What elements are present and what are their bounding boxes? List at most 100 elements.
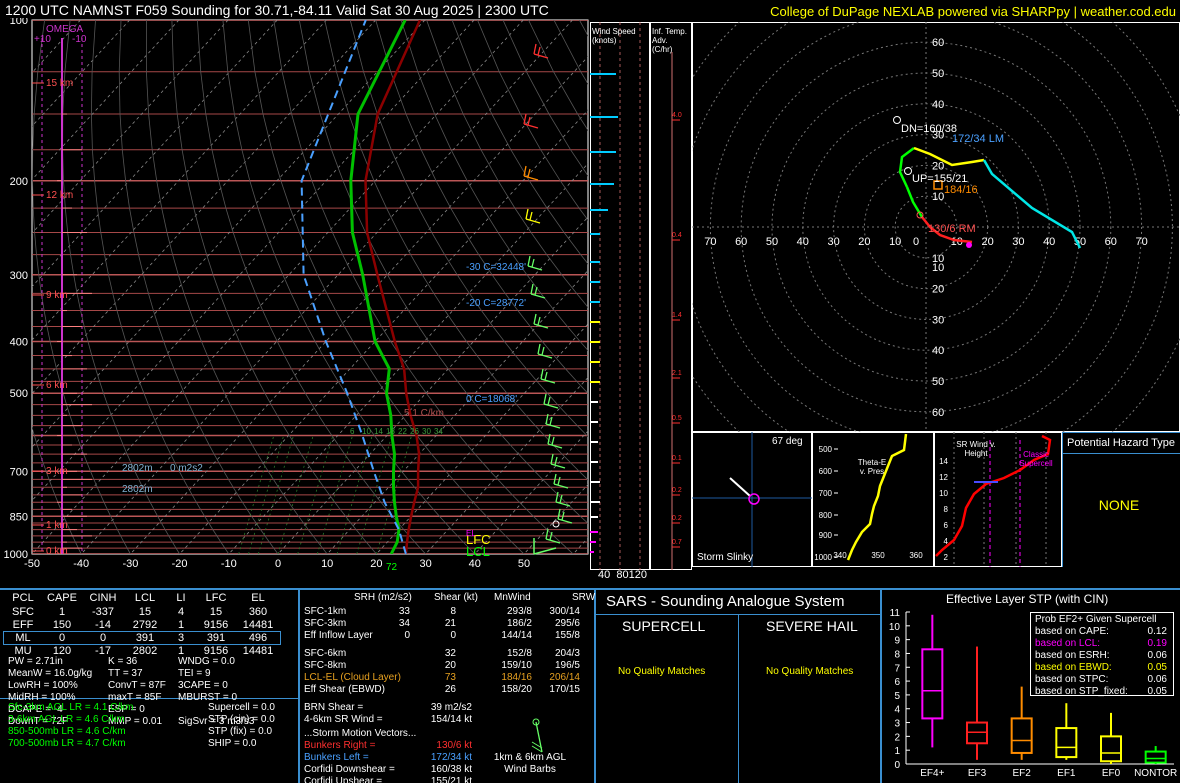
sounding-annotation: -20 C=28772': [466, 298, 526, 309]
skewt-frame: [31, 19, 589, 555]
kin-cell: 26: [444, 684, 456, 695]
temp-label: -30: [122, 558, 138, 570]
pressure-label: 400: [10, 337, 28, 349]
theta-ytick: 1000: [814, 553, 832, 562]
stp-category: EF4+: [920, 768, 944, 779]
kin-cell: 0: [450, 630, 456, 641]
temp-label: 40: [469, 558, 481, 570]
index-cell: LowRH = 100%: [8, 680, 78, 691]
stp-legend-value: 0.12: [1147, 626, 1167, 637]
barb-staff: [550, 463, 566, 469]
kin-cell: 144/14: [501, 630, 532, 641]
hodo-tick: 40: [932, 345, 944, 357]
wind-barb: [550, 453, 566, 469]
temp-label: 30: [419, 558, 431, 570]
lapse-tick: 30: [422, 427, 431, 436]
parcel-cell: -337: [91, 606, 115, 618]
brn-label: BRN Shear =: [304, 702, 364, 713]
theta-ytick: 600: [819, 467, 833, 476]
hazard-panel: Potential Hazard Type NONE: [1062, 432, 1180, 567]
composite-index: STP (fix) = 0.0: [208, 726, 273, 737]
stp-ytick: 10: [889, 622, 901, 633]
col-header: PCL: [12, 592, 34, 604]
hodo-label: 184/16: [944, 184, 978, 196]
kin-cell: 33: [398, 606, 410, 617]
parcel-cell: 14481: [242, 645, 274, 657]
supercell-label: SUPERCELL: [622, 618, 706, 634]
parcel-row: EFF 150 -14 2792 1 9156 14481: [4, 619, 280, 631]
wind-barb: [527, 255, 543, 271]
stp-legend-value: 0.19: [1147, 638, 1167, 649]
parcel-cell: 150: [52, 619, 72, 631]
temp-label: 50: [518, 558, 530, 570]
parcel-cell: 1: [58, 606, 66, 618]
stp-ytick: 11: [890, 608, 901, 619]
isotherm-line: [129, 56, 588, 554]
barb-flag: [547, 396, 551, 406]
slinky-deg: 67 deg: [772, 436, 803, 447]
col-header: EL: [251, 592, 265, 604]
stp-legend: Prob EF2+ Given Supercell based on CAPE:…: [1030, 612, 1174, 698]
stp-legend-title: Prob EF2+ Given Supercell: [1035, 614, 1157, 625]
stp-legend-row: based on STP_fixed: 0.05: [1031, 686, 1173, 698]
lapse-tick: 34: [434, 427, 443, 436]
theta-xtick: 350: [871, 551, 885, 560]
srwind-label: Classic Supercell: [1019, 450, 1053, 468]
col-header: CINH: [89, 592, 117, 604]
motion-value: 160/38 kt: [430, 764, 472, 775]
stp-ytick: 1: [894, 746, 900, 757]
motion-label: Bunkers Right =: [304, 740, 376, 751]
hodo-tick: 60: [932, 37, 944, 49]
kin-cell: 0: [404, 630, 410, 641]
kin-cell: 204/3: [554, 648, 580, 659]
barb-flag: [527, 168, 531, 178]
lapse-rate: 3-6km AGL LR = 4.6 C/km: [8, 714, 125, 725]
dry-adiabat: [247, 20, 525, 554]
slinky-circle: [748, 493, 760, 505]
kin-cell: 158/20: [501, 684, 532, 695]
kin-cell: Eff Inflow Layer: [304, 630, 373, 641]
credit-text: College of DuPage NEXLAB powered via SHA…: [770, 4, 1176, 19]
hodo-tick: 20: [981, 236, 993, 248]
lapse-tick: 18: [386, 427, 395, 436]
theta-ytick: 800: [819, 511, 833, 520]
height-label: 1 km: [46, 520, 68, 531]
hodo-tick: 20: [932, 284, 944, 296]
hazard-value: NONE: [1098, 497, 1140, 513]
kin-cell: 73: [444, 672, 456, 683]
lapse-tick: 26: [410, 427, 419, 436]
sounding-annotation: 5.1 C/km: [404, 408, 444, 419]
barb-flag: [537, 46, 541, 56]
parcel-cell: 4: [177, 606, 185, 618]
hodo-label: DN=160/38: [901, 123, 957, 135]
slinky-title: Storm Slinky: [697, 552, 754, 563]
index-cell: MeanW = 16.0g/kg: [8, 668, 93, 679]
parcel-cell: 9156: [203, 619, 229, 631]
barb-flag: [554, 456, 558, 466]
composite-index: Supercell = 0.0: [208, 702, 275, 713]
lcl-marker: [552, 520, 560, 528]
pressure-label: 700: [10, 466, 28, 478]
stp-category: EF2: [1012, 768, 1031, 779]
kin-header: MnWind: [494, 592, 531, 603]
kin-cell: 300/14: [549, 606, 580, 617]
sars-title: SARS - Sounding Analogue System: [606, 593, 845, 610]
dry-adiabat: [90, 20, 230, 554]
parcel-cell: 1: [177, 619, 185, 631]
index-cell: K = 36: [108, 656, 138, 667]
stp-legend-label: based on LCL:: [1035, 638, 1101, 649]
barb-flag: [525, 208, 529, 220]
wind-tick: 120: [628, 569, 647, 581]
sounding-annotation: 72: [386, 562, 398, 570]
hodo-tick: 30: [1012, 236, 1024, 248]
motion-title: ...Storm Motion Vectors...: [304, 728, 417, 739]
kin-cell: 34: [398, 618, 410, 629]
dry-adiabat: [375, 20, 588, 395]
hodo-label: 130/6 RM: [928, 223, 976, 235]
stp-category: EF0: [1102, 768, 1121, 779]
kin-cell: 186/2: [506, 618, 532, 629]
barb-flag: [527, 116, 531, 126]
omega-tick: -10: [72, 34, 87, 45]
srwind-title: SR Wind v. Height: [956, 440, 996, 458]
kin-cell: 152/8: [506, 648, 532, 659]
